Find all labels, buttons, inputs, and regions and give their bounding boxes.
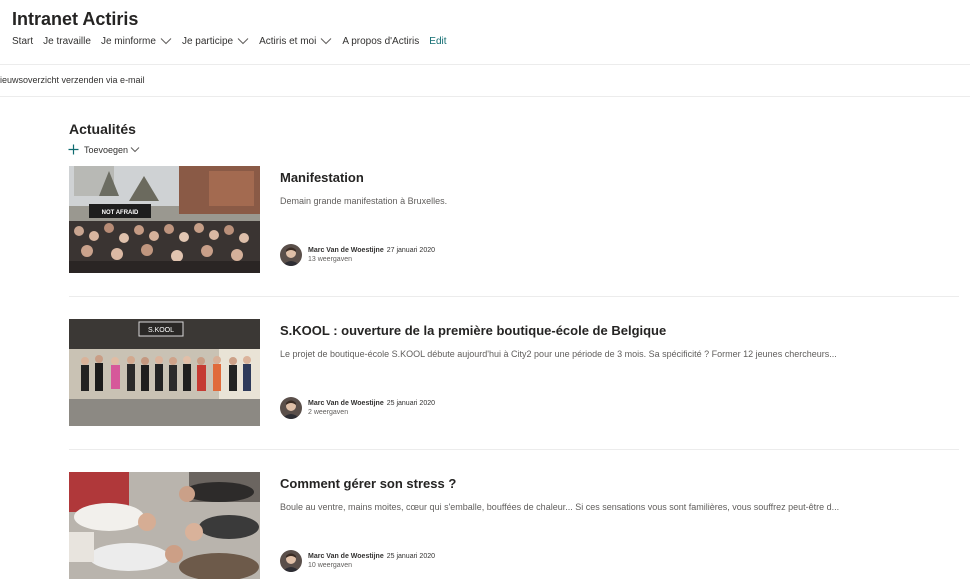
protest-banner-text: NOT AFRAID xyxy=(102,210,139,216)
author-avatar[interactable] xyxy=(280,397,302,419)
edit-nav-link[interactable]: Edit xyxy=(429,36,446,47)
publish-date: 25 januari 2020 xyxy=(386,400,435,407)
nav-item-start[interactable]: Start xyxy=(12,36,33,47)
news-thumbnail-skool[interactable]: S.KOOL xyxy=(69,319,260,426)
nav-item-je-travaille[interactable]: Je travaille xyxy=(43,36,91,47)
skool-sign-text: S.KOOL xyxy=(148,327,174,334)
news-title[interactable]: Comment gérer son stress ? xyxy=(280,476,456,491)
add-news-button[interactable]: Toevoegen xyxy=(68,144,140,155)
nav-item-je-minforme[interactable]: Je minforme xyxy=(101,36,172,47)
commandbar-divider xyxy=(0,96,970,97)
news-author-block: Marc Van de Woestijne 25 januari 2020 10 … xyxy=(280,550,435,572)
publish-date: 25 januari 2020 xyxy=(386,553,435,560)
news-description: Le projet de boutique-école S.KOOL début… xyxy=(280,349,837,359)
news-description: Boule au ventre, mains moites, cœur qui … xyxy=(280,502,840,512)
author-avatar[interactable] xyxy=(280,244,302,266)
plus-icon xyxy=(68,144,79,155)
author-name[interactable]: Marc Van de Woestijne xyxy=(308,247,384,254)
chevron-down-icon xyxy=(237,38,249,45)
nav-item-label: Start xyxy=(12,35,34,47)
news-item[interactable]: NOT AFRAID Manifestation Demain grande m… xyxy=(69,166,959,273)
news-title[interactable]: Manifestation xyxy=(280,170,364,185)
nav-item-a-propos[interactable]: A propos d'Actiris xyxy=(342,36,419,47)
nav-item-label: Je participe xyxy=(181,35,234,47)
add-news-label: Toevoegen xyxy=(84,144,129,155)
chevron-down-icon xyxy=(130,147,140,153)
news-author-block: Marc Van de Woestijne 27 januari 2020 13 … xyxy=(280,244,435,266)
news-section-title: Actualités xyxy=(69,121,136,137)
news-description: Demain grande manifestation à Bruxelles. xyxy=(280,196,448,206)
email-news-digest-button[interactable]: ieuwsoverzicht verzenden via e-mail xyxy=(0,75,145,85)
view-count: 13 weergaven xyxy=(308,256,352,263)
nav-item-actiris-et-moi[interactable]: Actiris et moi xyxy=(259,36,332,47)
view-count: 10 weergaven xyxy=(308,562,352,569)
publish-date: 27 januari 2020 xyxy=(386,247,435,254)
news-title[interactable]: S.KOOL : ouverture de la première boutiq… xyxy=(280,323,666,338)
news-item[interactable]: Comment gérer son stress ? Boule au vent… xyxy=(69,472,959,579)
chevron-down-icon xyxy=(320,38,332,45)
nav-item-je-participe[interactable]: Je participe xyxy=(182,36,249,47)
author-name[interactable]: Marc Van de Woestijne xyxy=(308,553,384,560)
view-count: 2 weergaven xyxy=(308,409,349,416)
news-author-block: Marc Van de Woestijne 25 januari 2020 2 w… xyxy=(280,397,435,419)
nav-item-label: Je travaille xyxy=(43,35,91,47)
nav-item-label: A propos d'Actiris xyxy=(342,35,420,47)
news-item[interactable]: S.KOOL S.KOOL : ouverture de la première… xyxy=(69,319,959,426)
news-item-divider xyxy=(69,449,959,450)
site-title[interactable]: Intranet Actiris xyxy=(12,9,138,30)
chevron-down-icon xyxy=(160,38,172,45)
top-navigation: Start Je travaille Je minforme Je partic… xyxy=(12,34,457,48)
news-item-divider xyxy=(69,296,959,297)
news-thumbnail-stress[interactable] xyxy=(69,472,260,579)
header-divider xyxy=(0,64,970,65)
author-avatar[interactable] xyxy=(280,550,302,572)
news-thumbnail-protest[interactable]: NOT AFRAID xyxy=(69,166,260,273)
nav-item-label: Actiris et moi xyxy=(259,35,317,47)
author-name[interactable]: Marc Van de Woestijne xyxy=(308,400,384,407)
nav-item-label: Je minforme xyxy=(100,35,156,47)
